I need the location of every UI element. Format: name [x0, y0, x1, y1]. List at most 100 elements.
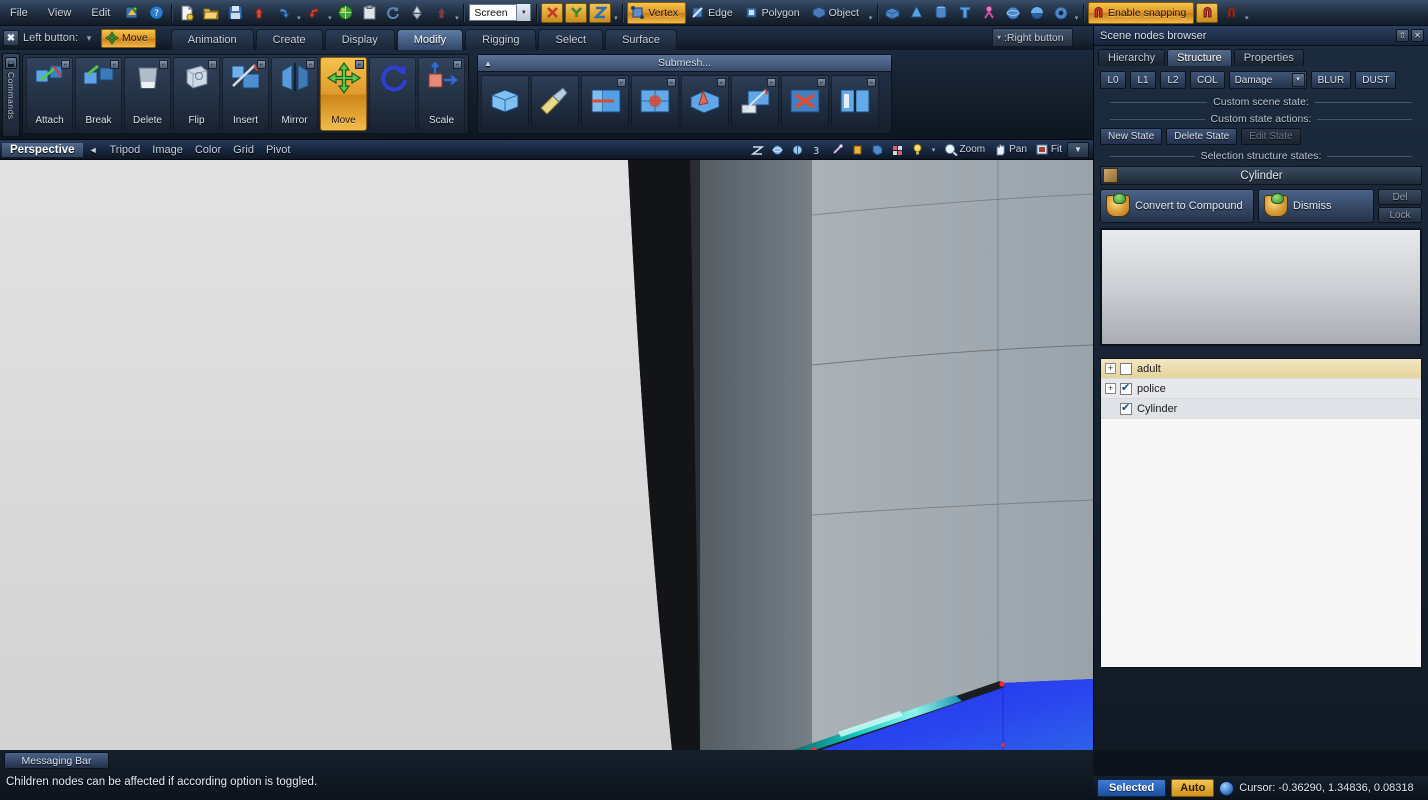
expand-icon[interactable]: + [1105, 383, 1116, 394]
tab-hierarchy[interactable]: Hierarchy [1098, 49, 1165, 66]
screen-mode-combo[interactable]: Screen ▼ [469, 4, 531, 21]
right-button-dropdown-icon[interactable]: ▾ [997, 33, 1001, 42]
tab-properties[interactable]: Properties [1234, 49, 1304, 66]
redo-dropdown-arrow-icon[interactable]: ▾ [326, 4, 333, 22]
viewport-tools-more-icon[interactable]: ▾ [929, 142, 939, 158]
lock-button[interactable]: Lock [1378, 207, 1422, 223]
torus-primitive-icon[interactable] [1050, 3, 1072, 23]
hemisphere-primitive-icon[interactable] [1026, 3, 1048, 23]
tab-surface[interactable]: Surface [605, 29, 677, 50]
blur-button[interactable]: BLUR [1311, 71, 1352, 89]
node-checkbox[interactable] [1120, 403, 1132, 415]
tab-modify[interactable]: Modify [397, 29, 463, 50]
viewport-menu-tripod[interactable]: Tripod [104, 144, 147, 156]
attach-options-icon[interactable]: ⌐ [61, 60, 70, 69]
bridge-button[interactable]: ⌐ [631, 75, 679, 127]
axis-z-icon[interactable] [589, 3, 611, 23]
viewport-menu-color[interactable]: Color [189, 144, 227, 156]
del-button[interactable]: Del [1378, 189, 1422, 205]
status-auto-badge[interactable]: Auto [1171, 779, 1214, 797]
tab-animation[interactable]: Animation [171, 29, 254, 50]
move-options-icon[interactable]: ⌐ [355, 60, 364, 69]
insert-options-icon[interactable]: ⌐ [257, 60, 266, 69]
refresh-icon[interactable] [382, 3, 404, 23]
node-checkbox[interactable] [1120, 383, 1132, 395]
pan-tool[interactable]: Pan [989, 143, 1031, 156]
submesh-collapse-icon[interactable]: ▲ [484, 59, 492, 68]
viewport-menu-grid[interactable]: Grid [227, 144, 260, 156]
plugin-icon[interactable] [121, 3, 143, 23]
cone-primitive-icon[interactable] [906, 3, 928, 23]
break-options-icon[interactable]: ⌐ [110, 60, 119, 69]
zoom-tool[interactable]: Zoom [940, 143, 990, 156]
pin-icon[interactable]: ⇧ [1396, 29, 1409, 42]
move-button[interactable]: ⌐ Move [320, 57, 367, 131]
mode-object[interactable]: Object [809, 2, 866, 24]
damage-combo[interactable]: Damage ▼ [1229, 71, 1307, 89]
tree-empty-area[interactable] [1101, 419, 1421, 668]
bulb-icon[interactable] [909, 142, 927, 158]
snap-magnet-icon[interactable] [1196, 3, 1218, 23]
table-row[interactable]: Cylinder [1101, 399, 1421, 419]
more-tools-arrow-icon[interactable]: ▾ [453, 4, 460, 22]
render-globe-icon[interactable] [334, 3, 356, 23]
left-button-move-tool[interactable]: Move [101, 29, 156, 48]
mode-polygon[interactable]: Polygon [742, 2, 807, 24]
flip-options-icon[interactable]: ⌐ [208, 60, 217, 69]
tube-primitive-icon[interactable] [954, 3, 976, 23]
mode-edge[interactable]: Edge [688, 2, 740, 24]
orbit-icon[interactable] [769, 142, 787, 158]
expand-icon[interactable]: + [1105, 363, 1116, 374]
sweep-brush-button[interactable] [531, 75, 579, 127]
split-options-icon[interactable]: ⌐ [867, 78, 876, 87]
new-document-icon[interactable] [176, 3, 198, 23]
fit-tool[interactable]: Fit [1031, 143, 1066, 156]
weld-options-icon[interactable]: ⌐ [817, 78, 826, 87]
primitive-more-arrow-icon[interactable]: ▾ [1073, 4, 1080, 22]
undo-red-icon[interactable] [248, 3, 270, 23]
redo-blue-icon[interactable] [272, 3, 294, 23]
light-icon[interactable] [849, 142, 867, 158]
delete-options-icon[interactable]: ⌐ [159, 60, 168, 69]
knife-options-icon[interactable]: ⌐ [767, 78, 776, 87]
flip-button[interactable]: ⌐ Flip [173, 57, 220, 131]
delete-button[interactable]: ⌐ Delete [124, 57, 171, 131]
axis-y-icon[interactable] [565, 3, 587, 23]
axis-more-arrow-icon[interactable]: ▾ [612, 4, 619, 22]
tab-create[interactable]: Create [256, 29, 323, 50]
scale-options-icon[interactable]: ⌐ [453, 60, 462, 69]
convert-to-compound-button[interactable]: Convert to Compound [1100, 189, 1254, 223]
snap-icon[interactable] [889, 142, 907, 158]
bevel-options-icon[interactable]: ⌐ [617, 78, 626, 87]
lod-button-l0[interactable]: L0 [1100, 71, 1126, 89]
sphere-primitive-icon[interactable] [1002, 3, 1024, 23]
menu-file[interactable]: File [1, 5, 37, 21]
chevron-down-icon[interactable]: ▼ [1292, 73, 1305, 87]
node-checkbox[interactable] [1120, 363, 1132, 375]
weld-button[interactable]: ⌐ [781, 75, 829, 127]
mirror-button[interactable]: ⌐ Mirror [271, 57, 318, 131]
box-primitive-icon[interactable] [882, 3, 904, 23]
viewport-menu-pivot[interactable]: Pivot [260, 144, 296, 156]
rotate-view-icon[interactable] [749, 142, 767, 158]
new-state-button[interactable]: New State [1100, 128, 1162, 145]
insert-button[interactable]: ⌐ Insert [222, 57, 269, 131]
recycle-icon[interactable] [406, 3, 428, 23]
roll-icon[interactable]: 3 [809, 142, 827, 158]
lod-button-l1[interactable]: L1 [1130, 71, 1156, 89]
bridge-options-icon[interactable]: ⌐ [667, 78, 676, 87]
lod-button-col[interactable]: COL [1190, 71, 1225, 89]
submesh-header[interactable]: ▲ Submesh... [478, 55, 891, 72]
status-selected-badge[interactable]: Selected [1097, 779, 1166, 797]
split-button[interactable]: ⌐ [831, 75, 879, 127]
scale-button[interactable]: ⌐ Scale [418, 57, 465, 131]
menu-edit[interactable]: Edit [82, 5, 119, 21]
mode-vertex[interactable]: Vertex [627, 2, 686, 24]
extrude-button[interactable] [481, 75, 529, 127]
knife-button[interactable]: ⌐ [731, 75, 779, 127]
collapse-button[interactable]: ⌐ [681, 75, 729, 127]
mode-more-arrow-icon[interactable]: ▾ [867, 4, 874, 22]
attach-button[interactable]: ⌐ Attach [26, 57, 73, 131]
tab-rigging[interactable]: Rigging [465, 29, 536, 50]
table-row[interactable]: + adult [1101, 359, 1421, 379]
